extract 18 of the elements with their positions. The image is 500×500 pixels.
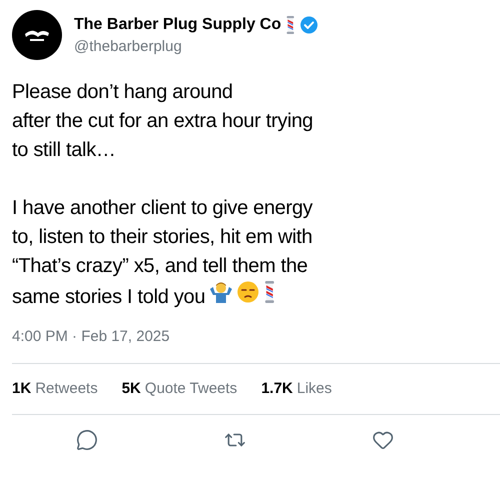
- stat-label[interactable]: Likes: [296, 378, 332, 400]
- unamused-face-icon: [237, 281, 260, 303]
- author-name[interactable]: The Barber Plug Supply Co: [74, 13, 282, 37]
- barber-pole-icon: [285, 16, 296, 34]
- tweet-text: to still talk…: [12, 139, 116, 161]
- stat-label[interactable]: Quote Tweets: [144, 378, 238, 400]
- shrugging-person-icon: [209, 281, 234, 303]
- tweet-timestamp[interactable]: 4:00 PM · Feb 17, 2025: [0, 326, 500, 348]
- stat-label[interactable]: Retweets: [35, 378, 98, 400]
- tweet-text: same stories I told you: [12, 286, 206, 308]
- avatar[interactable]: [12, 10, 62, 60]
- stat-count: 1.7K: [261, 378, 293, 398]
- reply-icon[interactable]: [76, 429, 98, 451]
- barber-pole-icon: [263, 281, 276, 303]
- author-handle[interactable]: @thebarberplug: [74, 37, 318, 57]
- like-icon[interactable]: [372, 429, 394, 451]
- stat-count: 5K: [122, 378, 141, 398]
- stat-count: 1K: [12, 378, 32, 398]
